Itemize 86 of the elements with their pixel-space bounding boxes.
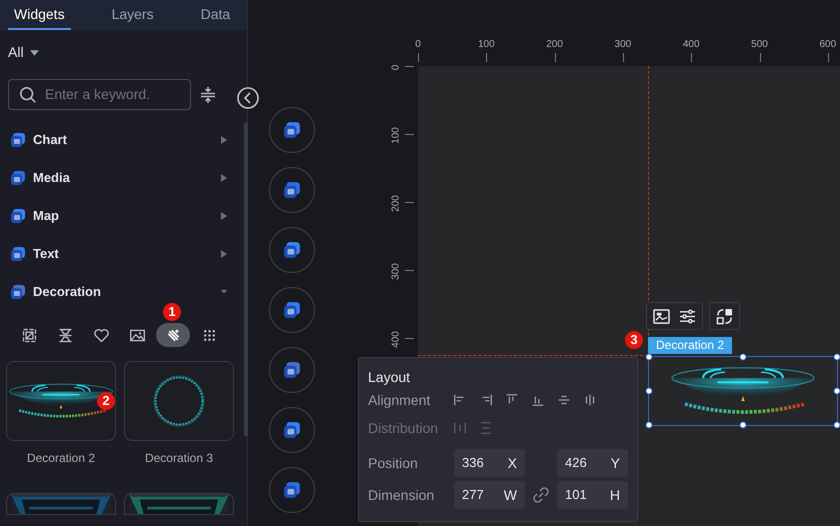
widget-shortcut[interactable] <box>269 467 315 513</box>
ruler-label: 0 <box>414 38 422 52</box>
ruler-label: 300 <box>614 38 632 52</box>
search-input[interactable]: Enter a keyword. <box>45 84 185 105</box>
subtype-tab[interactable] <box>156 323 190 347</box>
stacked-cards-icon <box>283 361 301 379</box>
stacked-cards-icon <box>10 208 26 224</box>
tab[interactable]: Data <box>194 0 236 30</box>
ruler-label: 100 <box>390 126 402 146</box>
stacked-cards-icon <box>10 132 26 148</box>
ruler-label: 200 <box>545 38 564 52</box>
category-row[interactable]: Chart <box>0 129 247 151</box>
category-label: Decoration <box>33 283 102 302</box>
search-icon <box>19 86 37 104</box>
stacked-cards-icon <box>10 284 26 300</box>
caret-icon <box>221 136 227 144</box>
category-label: Chart <box>33 131 68 150</box>
selection-frame[interactable] <box>648 356 838 426</box>
tab[interactable]: Widgets <box>8 0 71 30</box>
widget-label: Decoration 3 <box>144 450 214 467</box>
widget-shortcut[interactable] <box>269 407 315 453</box>
heart-icon <box>92 326 110 344</box>
distribute-horizontal-icon <box>453 421 467 435</box>
number-field[interactable]: 336 X <box>454 449 525 477</box>
callout-badge: 1 <box>163 303 181 321</box>
category-row[interactable]: Decoration <box>0 281 247 303</box>
category-row[interactable]: Map <box>0 205 247 227</box>
ruler-label: 200 <box>390 194 402 214</box>
widget-shortcut[interactable] <box>269 107 315 153</box>
distribute-vertical-icon <box>479 421 493 435</box>
swap-icon[interactable] <box>716 308 733 324</box>
widget-label: Decoration 2 <box>26 450 96 467</box>
sliders-icon[interactable] <box>679 308 696 324</box>
frame-icon <box>20 326 38 344</box>
ruler-label: 100 <box>476 38 496 52</box>
caret-icon <box>221 288 227 296</box>
caret-icon <box>221 250 227 258</box>
collapse-all-icon[interactable] <box>200 86 216 104</box>
caret-icon <box>221 212 227 220</box>
callout-badge: 2 <box>97 392 115 410</box>
align-middle-icon[interactable] <box>557 393 571 407</box>
image-icon[interactable] <box>653 308 670 324</box>
field-label: Alignment <box>368 390 432 410</box>
category-label: Media <box>33 169 71 188</box>
stacked-cards-icon <box>283 241 301 259</box>
widget-card[interactable] <box>124 361 234 441</box>
border-icon <box>56 326 74 344</box>
widget-shortcut[interactable] <box>269 287 315 333</box>
caret-icon <box>30 50 39 56</box>
search-field[interactable]: Enter a keyword. <box>8 79 191 110</box>
ruler-label: 500 <box>750 38 769 52</box>
ruler-label: 400 <box>682 38 701 52</box>
category-row[interactable]: Text <box>0 243 247 265</box>
filter-dropdown[interactable]: All <box>8 42 39 63</box>
ruler-label: 400 <box>390 330 402 350</box>
ruler-label: 300 <box>390 262 402 282</box>
category-row[interactable]: Media <box>0 167 247 189</box>
ruler-label: 0 <box>390 64 402 72</box>
number-field[interactable]: 101 H <box>557 481 628 509</box>
widget-shortcut[interactable] <box>269 167 315 213</box>
widget-shortcut[interactable] <box>269 227 315 273</box>
widget-card[interactable]: 2 <box>6 361 116 441</box>
number-field[interactable]: 426 Y <box>557 449 628 477</box>
panel-title: Layout <box>368 368 412 387</box>
stacked-cards-icon <box>10 170 26 186</box>
ring-drawing <box>152 374 206 428</box>
stacked-cards-icon <box>283 481 301 499</box>
stacked-cards-icon <box>10 246 26 262</box>
field-label: Distribution <box>368 418 440 438</box>
category-label: Text <box>33 245 60 264</box>
link-icon[interactable] <box>533 487 549 503</box>
number-field[interactable]: 277 W <box>454 481 525 509</box>
stacked-cards-icon <box>283 421 301 439</box>
field-label: Position <box>368 454 419 472</box>
stacked-cards-icon <box>283 121 301 139</box>
widget-shortcut[interactable] <box>269 347 315 393</box>
tab[interactable]: Layers <box>106 0 160 30</box>
category-label: Map <box>33 207 60 226</box>
caret-icon <box>221 174 227 182</box>
element-label: Decoration 2 <box>648 337 732 354</box>
ruler-label: 600 <box>818 38 838 52</box>
stacked-cards-icon <box>283 181 301 199</box>
stacked-cards-icon <box>283 301 301 319</box>
back-icon[interactable] <box>237 87 259 109</box>
field-label: Dimension <box>368 486 436 504</box>
align-center-icon[interactable] <box>583 393 597 407</box>
